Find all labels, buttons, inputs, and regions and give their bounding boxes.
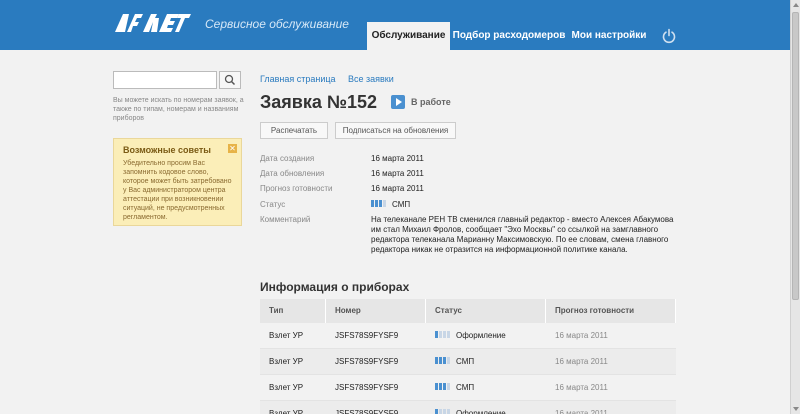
device-number[interactable]: JSFS78S9FYSF9: [326, 323, 398, 349]
device-number[interactable]: JSFS78S9FYSF9: [326, 401, 398, 414]
close-icon[interactable]: ✕: [228, 144, 237, 153]
device-status-text: Оформление: [456, 409, 506, 414]
progress-segment: [447, 331, 450, 338]
device-number[interactable]: JSFS78S9FYSF9: [326, 349, 398, 375]
updated-value: 16 марта 2011: [371, 169, 424, 178]
top-header: Сервисное обслуживание Обслуживание Подб…: [0, 0, 790, 50]
comment-text: На телеканале РЕН ТВ сменился главный ре…: [371, 215, 674, 254]
devices-title: Информация о приборах: [260, 280, 410, 294]
search-input[interactable]: [113, 71, 217, 89]
progress-segment: [383, 200, 386, 208]
progress-segment: [439, 331, 442, 338]
play-icon[interactable]: [391, 95, 405, 109]
table-row[interactable]: Взлет УР JSFS78S9FYSF9 СМП 16 марта 2011: [260, 349, 676, 375]
scroll-thumb[interactable]: [792, 12, 799, 300]
forecast-label: Прогноз готовности: [260, 184, 333, 193]
scroll-down-arrow-icon[interactable]: [793, 407, 799, 411]
table-row[interactable]: Взлет УР JSFS78S9FYSF9 Оформление 16 марта …: [260, 401, 676, 414]
nav-tab-service[interactable]: Обслуживание: [367, 22, 450, 50]
column-forecast: Прогноз готовности: [546, 299, 676, 323]
power-icon[interactable]: [661, 28, 677, 44]
ticket-status: В работе: [411, 97, 451, 107]
updated-label: Дата обновления: [260, 169, 325, 178]
device-forecast: 16 марта 2011: [555, 357, 608, 366]
devices-table: Тип Номер Статус Прогноз готовности Взле…: [260, 299, 676, 414]
status-value: СМП: [371, 200, 410, 209]
nav-tab-settings[interactable]: Мои настройки: [570, 22, 648, 50]
column-status: Статус: [426, 299, 546, 323]
progress-segment: [375, 200, 378, 208]
nav-tab-flowmeters[interactable]: Подбор расходомеров: [452, 22, 566, 50]
device-forecast: 16 марта 2011: [555, 383, 608, 392]
progress-segment: [435, 331, 438, 338]
subscribe-button[interactable]: Подписаться на обновления: [335, 122, 456, 139]
progress-segment: [435, 409, 438, 414]
vertical-scrollbar[interactable]: [790, 0, 800, 414]
created-value: 16 марта 2011: [371, 154, 424, 163]
device-status: СМП: [426, 349, 474, 375]
progress-segment: [443, 409, 446, 414]
search-hint: Вы можете искать по номерам заявок, а та…: [113, 97, 244, 122]
progress-segment: [439, 383, 442, 390]
table-header: Тип Номер Статус Прогноз готовности: [260, 299, 676, 323]
progress-segment: [443, 357, 446, 364]
progress-segment: [447, 383, 450, 390]
progress-segment: [443, 383, 446, 390]
device-type: Взлет УР: [269, 331, 304, 340]
device-status: Оформление: [426, 401, 506, 414]
device-forecast: 16 марта 2011: [555, 409, 608, 414]
tips-panel: Возможные советы ✕ Убедительно просим Ва…: [113, 138, 242, 226]
comment-label: Комментарий: [260, 215, 311, 224]
progress-segment: [443, 331, 446, 338]
print-button[interactable]: Распечатать: [260, 122, 328, 139]
device-forecast: 16 марта 2011: [555, 331, 608, 340]
column-type: Тип: [260, 299, 326, 323]
device-type: Взлет УР: [269, 357, 304, 366]
device-status-progress: [435, 323, 451, 349]
device-status: Оформление: [426, 323, 506, 349]
search-icon: [224, 74, 236, 86]
progress-segment: [439, 357, 442, 364]
status-label: Статус: [260, 200, 286, 209]
tips-text: Убедительно просим Вас запомнить кодовое…: [123, 160, 232, 221]
search-button[interactable]: [219, 71, 241, 89]
progress-segment: [435, 357, 438, 364]
device-number[interactable]: JSFS78S9FYSF9: [326, 375, 398, 401]
column-number: Номер: [326, 299, 426, 323]
device-status-text: СМП: [456, 383, 475, 393]
progress-segment: [439, 409, 442, 414]
breadcrumb-all-tickets[interactable]: Все заявки: [348, 74, 394, 84]
scroll-up-arrow-icon[interactable]: [793, 3, 799, 7]
progress-segment: [435, 383, 438, 390]
service-subtitle: Сервисное обслуживание: [205, 17, 349, 31]
tips-title: Возможные советы: [123, 145, 211, 155]
progress-segment: [447, 357, 450, 364]
breadcrumb-home[interactable]: Главная страница: [260, 74, 336, 84]
created-label: Дата создания: [260, 154, 315, 163]
table-row[interactable]: Взлет УР JSFS78S9FYSF9 Оформление 16 марта …: [260, 323, 676, 349]
progress-segment: [447, 409, 450, 414]
device-type: Взлет УР: [269, 383, 304, 392]
device-type: Взлет УР: [269, 409, 304, 414]
device-status-text: Оформление: [456, 331, 506, 341]
device-status: СМП: [426, 375, 474, 401]
device-status-progress: [435, 401, 451, 414]
table-row[interactable]: Взлет УР JSFS78S9FYSF9 СМП 16 марта 2011: [260, 375, 676, 401]
device-status-progress: [435, 349, 451, 375]
device-status-text: СМП: [456, 357, 475, 367]
progress-segment: [379, 200, 382, 208]
progress-segment: [371, 200, 374, 208]
forecast-value: 16 марта 2011: [371, 184, 424, 193]
device-status-progress: [435, 375, 451, 401]
page-title: Заявка №152: [260, 92, 377, 112]
status-progress: [371, 200, 387, 209]
status-text: СМП: [392, 200, 411, 209]
vzlet-logo[interactable]: [113, 12, 193, 34]
